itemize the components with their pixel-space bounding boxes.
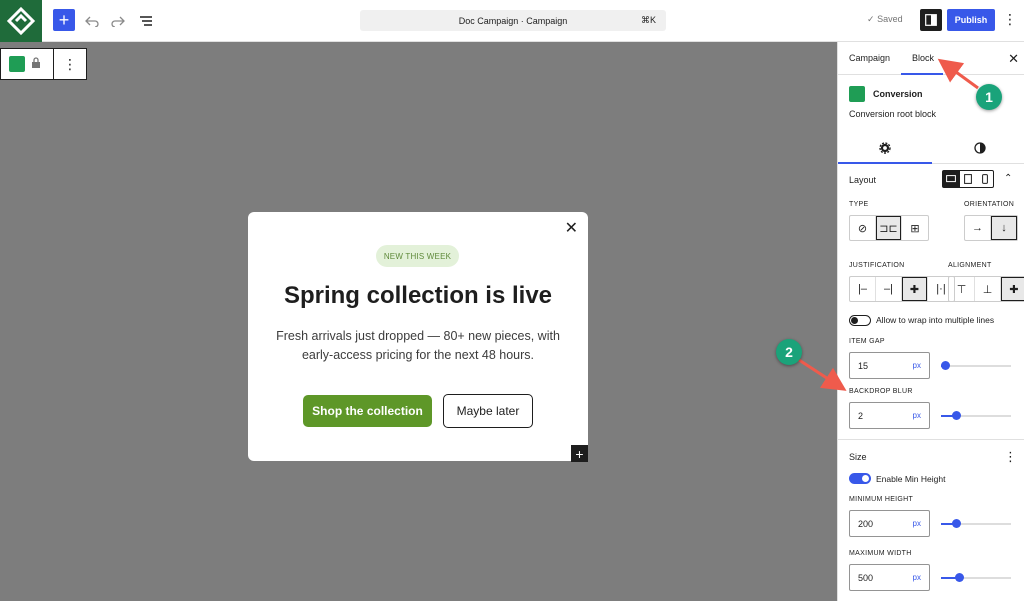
conversion-block-icon bbox=[849, 86, 865, 102]
undo-icon[interactable] bbox=[82, 11, 102, 31]
brand-logo-icon bbox=[6, 6, 36, 36]
justify-left-icon[interactable]: |– bbox=[850, 277, 876, 301]
orientation-label: ORIENTATION bbox=[964, 201, 1015, 208]
align-top-icon[interactable]: ⊤ bbox=[949, 277, 975, 301]
maybe-later-button[interactable]: Maybe later bbox=[443, 394, 533, 428]
flex-layout-icon[interactable]: ⊐⊏ bbox=[876, 216, 902, 240]
command-palette-bar[interactable]: Doc Campaign · Campaign ⌘K bbox=[360, 10, 666, 31]
shop-collection-button[interactable]: Shop the collection bbox=[303, 395, 432, 427]
site-logo[interactable] bbox=[0, 0, 42, 42]
unit-select[interactable]: px bbox=[913, 411, 921, 420]
grid-layout-icon[interactable]: ⊞ bbox=[902, 216, 928, 240]
slider-thumb[interactable] bbox=[941, 361, 950, 370]
item-gap-label: ITEM GAP bbox=[849, 338, 885, 345]
editor-canvas[interactable]: ⋮ ✕ NEW THIS WEEK Spring collection is l… bbox=[0, 42, 837, 601]
align-bottom-icon[interactable]: ⊥ bbox=[975, 277, 1001, 301]
desktop-icon[interactable] bbox=[943, 171, 960, 187]
wrap-toggle[interactable] bbox=[849, 315, 871, 326]
document-title: Doc Campaign · Campaign bbox=[458, 15, 568, 26]
unit-select[interactable]: px bbox=[913, 361, 921, 370]
justify-center-icon[interactable]: ✚ bbox=[902, 277, 928, 301]
tablet-icon[interactable] bbox=[960, 171, 977, 187]
redo-icon[interactable] bbox=[108, 11, 128, 31]
close-icon[interactable]: ✕ bbox=[1008, 51, 1019, 67]
block-title: Conversion bbox=[873, 89, 923, 99]
orientation-control: → ↓ bbox=[964, 215, 1018, 241]
item-gap-slider[interactable] bbox=[941, 361, 1011, 371]
slider-thumb[interactable] bbox=[955, 573, 964, 582]
tab-campaign[interactable]: Campaign bbox=[849, 53, 890, 63]
max-width-input[interactable]: 500 px bbox=[849, 564, 930, 591]
popup-body: Fresh arrivals just dropped — 80+ new pi… bbox=[276, 329, 560, 362]
min-height-label: MINIMUM HEIGHT bbox=[849, 496, 914, 503]
justify-right-icon[interactable]: –| bbox=[876, 277, 902, 301]
backdrop-blur-label: BACKDROP BLUR bbox=[849, 388, 913, 395]
saved-status: ✓ Saved bbox=[867, 14, 903, 24]
backdrop-blur-input[interactable]: 2 px bbox=[849, 402, 930, 429]
alignment-control: ⊤ ⊥ ✚ bbox=[948, 276, 1024, 302]
min-height-slider[interactable] bbox=[941, 519, 1011, 529]
popup-headline: Spring collection is live bbox=[283, 282, 553, 309]
device-switcher bbox=[942, 170, 994, 188]
size-options-icon[interactable]: ⋮ bbox=[1004, 449, 1017, 465]
callout-1: 1 bbox=[976, 84, 1002, 110]
block-options-icon[interactable]: ⋮ bbox=[54, 49, 86, 79]
slider-thumb[interactable] bbox=[952, 519, 961, 528]
min-height-toggle[interactable] bbox=[849, 473, 871, 484]
popup-modal[interactable]: ✕ NEW THIS WEEK Spring collection is liv… bbox=[248, 212, 588, 461]
align-center-icon[interactable]: ✚ bbox=[1001, 277, 1024, 301]
alignment-label: ALIGNMENT bbox=[948, 262, 992, 269]
max-width-label: MAXIMUM WIDTH bbox=[849, 550, 912, 557]
settings-sidebar: Campaign Block ✕ Conversion Conversion r… bbox=[837, 42, 1024, 601]
size-section-title[interactable]: Size bbox=[849, 452, 867, 462]
settings-panel-toggle[interactable] bbox=[920, 9, 942, 31]
justification-control: |– –| ✚ |·| bbox=[849, 276, 955, 302]
command-shortcut: ⌘K bbox=[640, 15, 656, 25]
layout-type-control: ⊘ ⊐⊏ ⊞ bbox=[849, 215, 929, 241]
check-icon: ✓ bbox=[867, 14, 875, 24]
chevron-up-icon[interactable]: ⌃ bbox=[1004, 173, 1012, 184]
unit-select[interactable]: px bbox=[913, 573, 921, 582]
unit-select[interactable]: px bbox=[913, 519, 921, 528]
slider-thumb[interactable] bbox=[952, 411, 961, 420]
active-subtab-indicator bbox=[838, 162, 932, 164]
sidebar-tabs: Campaign Block ✕ bbox=[838, 42, 1024, 75]
callout-2: 2 bbox=[776, 339, 802, 365]
inspector-subtabs bbox=[838, 131, 1024, 164]
mobile-icon[interactable] bbox=[976, 171, 993, 187]
block-description: Conversion root block bbox=[849, 109, 937, 119]
options-menu-icon[interactable]: ⋮ bbox=[1002, 11, 1018, 31]
publish-button[interactable]: Publish bbox=[947, 9, 995, 31]
badge: NEW THIS WEEK bbox=[376, 245, 459, 267]
document-overview-icon[interactable] bbox=[136, 11, 156, 31]
tab-block[interactable]: Block bbox=[912, 53, 934, 63]
section-divider bbox=[838, 439, 1024, 440]
arrow-down-icon[interactable]: ↓ bbox=[991, 216, 1017, 240]
sidebar-icon bbox=[925, 14, 937, 26]
no-layout-icon[interactable]: ⊘ bbox=[850, 216, 876, 240]
max-width-slider[interactable] bbox=[941, 573, 1011, 583]
type-label: TYPE bbox=[849, 201, 869, 208]
block-appender-plus-icon[interactable]: + bbox=[571, 445, 588, 462]
block-toolbar: ⋮ bbox=[0, 48, 87, 80]
arrow-right-icon[interactable]: → bbox=[965, 216, 991, 240]
top-toolbar: + Doc Campaign · Campaign ⌘K ✓ Saved Pub… bbox=[0, 0, 1024, 42]
item-gap-input[interactable]: 15 px bbox=[849, 352, 930, 379]
close-icon[interactable]: ✕ bbox=[565, 218, 578, 238]
lock-icon[interactable] bbox=[31, 56, 41, 72]
add-block-button[interactable]: + bbox=[53, 9, 75, 31]
backdrop-blur-slider[interactable] bbox=[941, 411, 1011, 421]
settings-gear-icon[interactable] bbox=[875, 140, 895, 156]
conversion-block-icon[interactable] bbox=[9, 56, 25, 72]
styles-contrast-icon[interactable] bbox=[970, 140, 990, 156]
layout-section-title[interactable]: Layout bbox=[849, 175, 876, 185]
min-height-toggle-label: Enable Min Height bbox=[876, 474, 946, 484]
justification-label: JUSTIFICATION bbox=[849, 262, 905, 269]
min-height-input[interactable]: 200 px bbox=[849, 510, 930, 537]
wrap-toggle-label: Allow to wrap into multiple lines bbox=[876, 315, 995, 325]
